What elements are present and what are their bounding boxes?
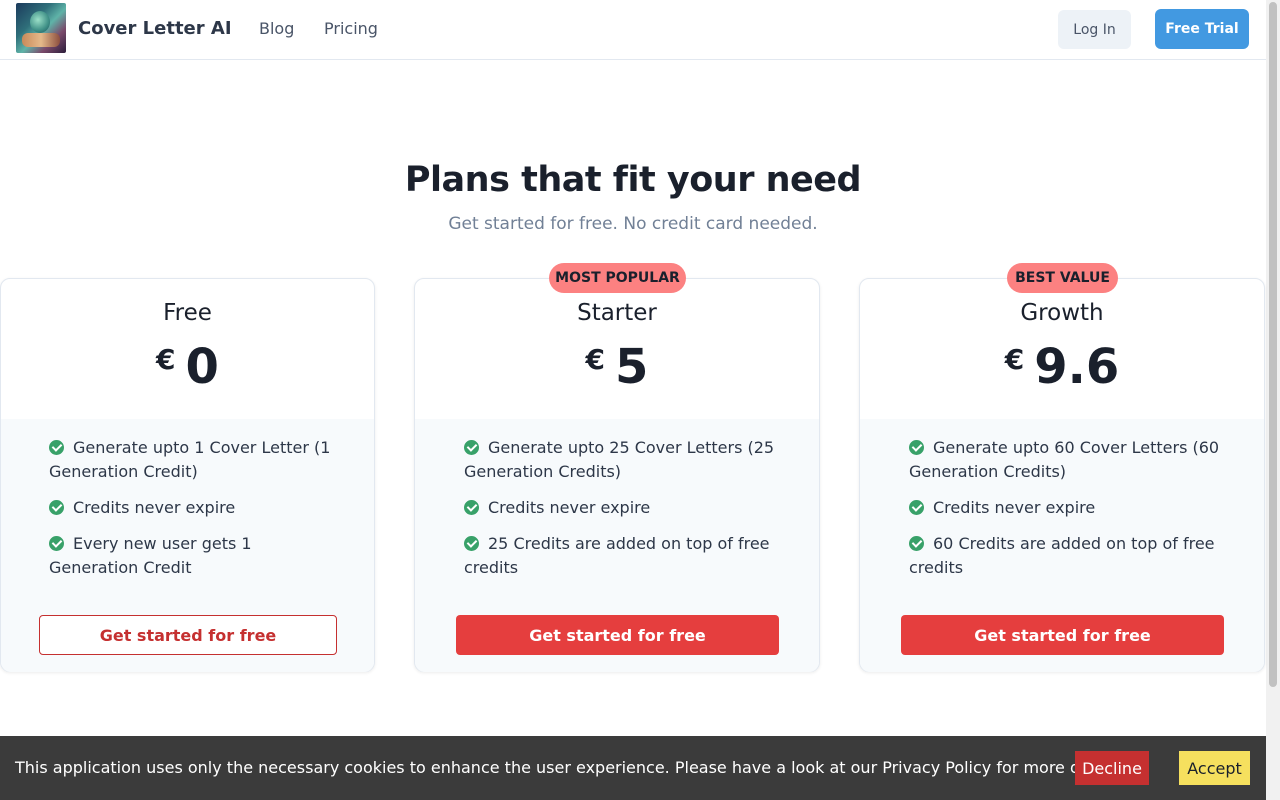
- price-amount: 0: [185, 339, 219, 395]
- plan-card-free: Free €0 Generate upto 1 Cover Letter (1 …: [0, 278, 375, 672]
- most-popular-badge: MOST POPULAR: [549, 263, 686, 293]
- feature-text: Credits never expire: [933, 498, 1096, 517]
- nav-link-blog[interactable]: Blog: [259, 19, 294, 38]
- brand-name[interactable]: Cover Letter AI: [78, 18, 232, 39]
- currency-symbol: €: [156, 343, 176, 376]
- feature-item: 60 Credits are added on top of free cred…: [909, 532, 1229, 580]
- feature-text: Generate upto 25 Cover Letters (25 Gener…: [464, 438, 775, 481]
- feature-item: Credits never expire: [464, 496, 784, 520]
- feature-list: Generate upto 1 Cover Letter (1 Generati…: [49, 436, 339, 592]
- scrollbar[interactable]: [1266, 0, 1280, 800]
- currency-symbol: €: [585, 343, 606, 376]
- plan-header: Starter €5: [415, 279, 819, 419]
- get-started-growth-button[interactable]: Get started for free: [901, 615, 1224, 655]
- free-trial-button[interactable]: Free Trial: [1155, 9, 1249, 49]
- feature-item: Generate upto 1 Cover Letter (1 Generati…: [49, 436, 339, 484]
- plan-card-starter: Starter €5 Generate upto 25 Cover Letter…: [414, 263, 820, 672]
- check-circle-icon: [49, 500, 64, 515]
- plan-header: Free €0: [1, 279, 374, 419]
- scrollbar-thumb[interactable]: [1269, 2, 1277, 687]
- price-amount: 9.6: [1034, 339, 1120, 395]
- cookie-accept-button[interactable]: Accept: [1179, 751, 1250, 785]
- plan-price: €9.6: [860, 339, 1264, 395]
- cookie-message: This application uses only the necessary…: [15, 758, 1129, 777]
- feature-text: 25 Credits are added on top of free cred…: [464, 534, 770, 577]
- check-circle-icon: [464, 440, 479, 455]
- navbar: Cover Letter AI Blog Pricing Log In Free…: [0, 0, 1266, 60]
- check-circle-icon: [909, 500, 924, 515]
- feature-text: 60 Credits are added on top of free cred…: [909, 534, 1215, 577]
- nav-link-pricing[interactable]: Pricing: [324, 19, 378, 38]
- feature-text: Credits never expire: [73, 498, 236, 517]
- cookie-decline-button[interactable]: Decline: [1075, 751, 1149, 785]
- feature-item: Every new user gets 1 Generation Credit: [49, 532, 339, 580]
- feature-item: Credits never expire: [49, 496, 339, 520]
- check-circle-icon: [464, 536, 479, 551]
- check-circle-icon: [464, 500, 479, 515]
- feature-item: Generate upto 60 Cover Letters (60 Gener…: [909, 436, 1229, 484]
- login-button[interactable]: Log In: [1058, 10, 1131, 49]
- feature-text: Credits never expire: [488, 498, 651, 517]
- best-value-badge: BEST VALUE: [1007, 263, 1118, 293]
- feature-item: Generate upto 25 Cover Letters (25 Gener…: [464, 436, 784, 484]
- feature-text: Every new user gets 1 Generation Credit: [49, 534, 252, 577]
- feature-item: Credits never expire: [909, 496, 1229, 520]
- plan-price: €0: [1, 339, 374, 395]
- plan-name: Growth: [1020, 300, 1104, 326]
- get-started-free-button[interactable]: Get started for free: [39, 615, 337, 655]
- feature-item: 25 Credits are added on top of free cred…: [464, 532, 784, 580]
- get-started-starter-button[interactable]: Get started for free: [456, 615, 779, 655]
- plan-name: Free: [163, 300, 212, 326]
- page-title: Plans that fit your need: [404, 160, 862, 200]
- check-circle-icon: [49, 440, 64, 455]
- feature-text: Generate upto 1 Cover Letter (1 Generati…: [49, 438, 331, 481]
- currency-symbol: €: [1004, 343, 1025, 376]
- check-circle-icon: [909, 440, 924, 455]
- page-subtitle: Get started for free. No credit card nee…: [448, 214, 818, 234]
- feature-list: Generate upto 25 Cover Letters (25 Gener…: [464, 436, 784, 592]
- feature-text: Generate upto 60 Cover Letters (60 Gener…: [909, 438, 1220, 481]
- plan-card-growth: Growth €9.6 Generate upto 60 Cover Lette…: [859, 263, 1265, 672]
- check-circle-icon: [49, 536, 64, 551]
- plan-name: Starter: [577, 300, 657, 326]
- logo-image[interactable]: [16, 3, 66, 53]
- price-amount: 5: [615, 339, 649, 395]
- plan-header: Growth €9.6: [860, 279, 1264, 419]
- check-circle-icon: [909, 536, 924, 551]
- feature-list: Generate upto 60 Cover Letters (60 Gener…: [909, 436, 1229, 592]
- plan-price: €5: [415, 339, 819, 395]
